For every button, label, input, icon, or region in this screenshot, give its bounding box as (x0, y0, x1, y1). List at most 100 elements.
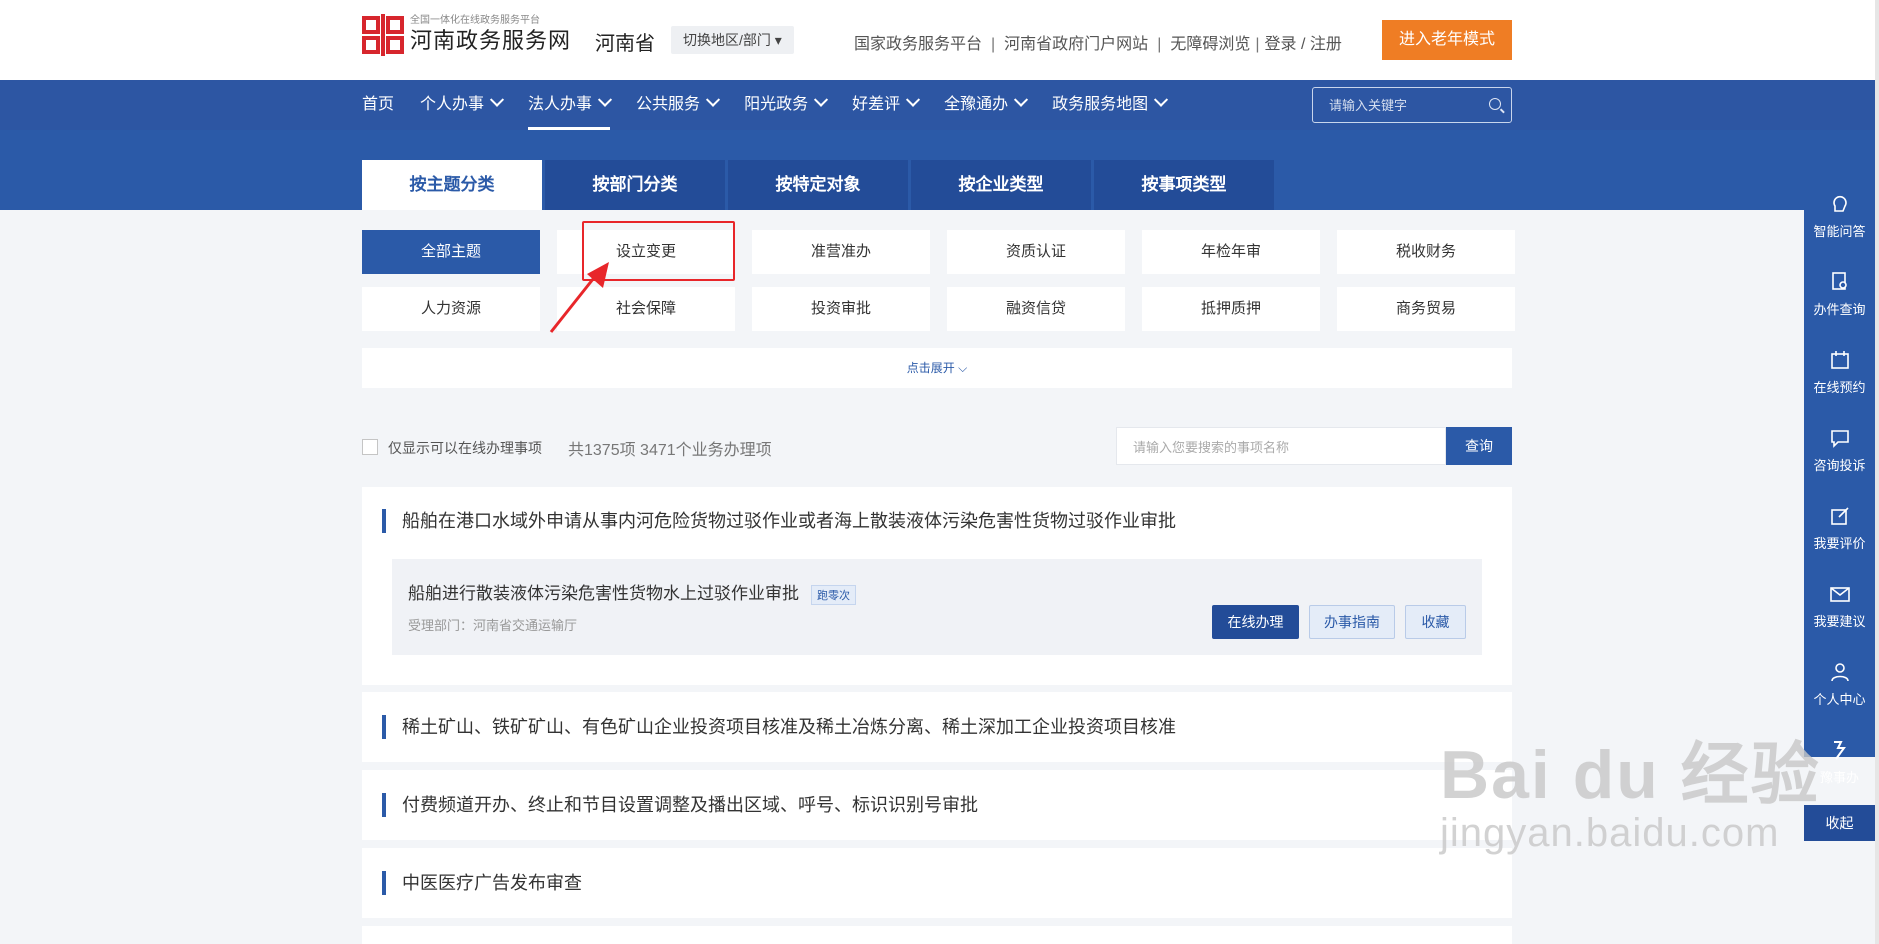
link-accessibility[interactable]: 无障碍浏览 (1170, 36, 1250, 53)
brain-icon (1832, 195, 1847, 212)
department-label: 受理部门：河南省交通运输厅 (408, 618, 578, 633)
top-links: 国家政务服务平台 | 河南省政府门户网站 | 无障碍浏览 | 登录 / 注册 (854, 36, 1342, 53)
sub-item-title-row: 船舶进行散装液体污染危害性货物水上过驳作业审批 跑零次 (408, 579, 856, 605)
document-search-icon (1831, 272, 1847, 290)
keyword-search-input[interactable] (1327, 97, 1491, 114)
theme-commerce-trade[interactable]: 商务贸易 (1337, 287, 1515, 331)
tab-by-theme[interactable]: 按主题分类 (362, 160, 542, 210)
chevron-down-icon (489, 92, 505, 107)
query-button[interactable]: 查询 (1446, 427, 1512, 465)
link-provincial-portal[interactable]: 河南省政府门户网站 (1004, 36, 1148, 53)
online-only-label[interactable]: 仅显示可以在线办理事项 (388, 438, 542, 458)
current-province: 河南省 (595, 33, 655, 55)
link-national-platform[interactable]: 国家政务服务平台 (854, 36, 982, 53)
chat-bubble-icon (1830, 430, 1849, 448)
nav-province-wide[interactable]: 全豫通办 (944, 80, 1029, 130)
logo-title: 河南政务服务网 (410, 28, 572, 53)
tab-by-item-type[interactable]: 按事项类型 (1094, 160, 1274, 210)
expand-toggle[interactable]: 点击展开 ⌵ (362, 348, 1512, 388)
nav-public-service[interactable]: 公共服务 (636, 80, 721, 130)
site-logo[interactable]: 全国一体化在线政务服务平台 河南政务服务网 (362, 14, 571, 56)
guide-button[interactable]: 办事指南 (1309, 605, 1395, 639)
theme-mortgage-pledge[interactable]: 抵押质押 (1142, 287, 1320, 331)
elder-mode-button[interactable]: 进入老年模式 (1382, 20, 1512, 60)
sidebar-item-personal-center[interactable]: 个人中心 (1804, 661, 1875, 727)
calendar-icon (1830, 351, 1849, 369)
sidebar-item-suggest[interactable]: 我要建议 (1804, 583, 1875, 649)
item-title[interactable]: 中医医疗广告发布审查 (382, 871, 582, 895)
sidebar-item-case-query[interactable]: 办件查询 (1804, 271, 1875, 337)
nav-label: 全豫通办 (944, 96, 1009, 113)
nav-label: 法人办事 (528, 96, 593, 113)
sub-item-card: 船舶进行散装液体污染危害性货物水上过驳作业审批 跑零次 受理部门：河南省交通运输厅… (392, 559, 1482, 655)
theme-grid: 全部主题 设立变更 准营准办 资质认证 年检年审 税收财务 人力资源 社会保障 … (362, 230, 1515, 331)
scrollbar[interactable] (1875, 0, 1879, 944)
sidebar-label: 豫事办 (1819, 770, 1859, 785)
result-totals: 共1375项 3471个业务办理项 (568, 442, 772, 459)
nav-label: 个人办事 (420, 96, 485, 113)
list-item: 付费频道开办、终止和节目设置调整及播出区域、呼号、标识识别号审批 (362, 770, 1512, 840)
sidebar-label: 我要建议 (1813, 614, 1866, 629)
theme-business-permit[interactable]: 准营准办 (752, 230, 930, 274)
online-handle-button[interactable]: 在线办理 (1212, 605, 1299, 639)
theme-investment-approval[interactable]: 投资审批 (752, 287, 930, 331)
nav-rating[interactable]: 好差评 (852, 80, 921, 130)
theme-financing-credit[interactable]: 融资信贷 (947, 287, 1125, 331)
favorite-button[interactable]: 收藏 (1405, 605, 1466, 639)
theme-tax-finance[interactable]: 税收财务 (1337, 230, 1515, 274)
search-icon[interactable] (1489, 98, 1501, 110)
category-tabs: 按主题分类 按部门分类 按特定对象 按企业类型 按事项类型 (362, 160, 1277, 210)
nav-label: 阳光政务 (744, 96, 809, 113)
filter-bar: 仅显示可以在线办理事项 共1375项 3471个业务办理项 查询 (362, 427, 1512, 467)
switch-region-label: 切换地区/部门 (683, 32, 771, 48)
link-login-register[interactable]: 登录 / 注册 (1265, 36, 1342, 53)
chevron-down-icon: ⌵ (954, 361, 968, 375)
item-search-input[interactable] (1131, 439, 1435, 456)
online-only-checkbox[interactable] (362, 439, 378, 455)
chevron-down-icon (906, 92, 921, 107)
list-item-partial (362, 926, 1512, 944)
sub-item-title[interactable]: 船舶进行散装液体污染危害性货物水上过驳作业审批 (408, 584, 799, 603)
chevron-down-icon (1154, 92, 1169, 107)
theme-annual-inspection[interactable]: 年检年审 (1142, 230, 1320, 274)
sidebar-label: 办件查询 (1813, 302, 1866, 317)
item-title[interactable]: 船舶在港口水域外申请从事内河危险货物过驳作业或者海上散装液体污染危害性货物过驳作… (382, 509, 1176, 533)
chevron-down-icon (814, 92, 829, 107)
nav-legal-person[interactable]: 法人办事 (528, 80, 613, 130)
watermark-sub: jingyan.baidu.com (1440, 811, 1780, 855)
list-item: 稀土矿山、铁矿矿山、有色矿山企业投资项目核准及稀土冶炼分离、稀土深加工企业投资项… (362, 692, 1512, 762)
item-search (1116, 427, 1446, 465)
chevron-down-icon (1014, 92, 1029, 107)
top-header: 全国一体化在线政务服务平台 河南政务服务网 河南省 切换地区/部门 ▾ 国家政务… (0, 0, 1879, 80)
caret-down-icon: ▾ (774, 32, 782, 48)
sidebar-item-consult-complain[interactable]: 咨询投诉 (1804, 427, 1875, 493)
theme-qualification[interactable]: 资质认证 (947, 230, 1125, 274)
tab-by-enterprise-type[interactable]: 按企业类型 (911, 160, 1091, 210)
chevron-down-icon (597, 92, 613, 107)
edit-icon (1830, 507, 1849, 525)
annotation-arrow-icon (549, 262, 609, 333)
watermark-main: Bai du 经验 (1440, 737, 1821, 813)
nav-open-government[interactable]: 阳光政务 (744, 80, 829, 130)
nav-home[interactable]: 首页 (362, 80, 394, 130)
tab-by-target[interactable]: 按特定对象 (728, 160, 908, 210)
nav-personal[interactable]: 个人办事 (420, 80, 505, 130)
list-item: 中医医疗广告发布审查 (362, 848, 1512, 918)
sidebar-label: 在线预约 (1813, 380, 1866, 395)
baidu-watermark: Bai du 经验 jingyan.baidu.com (1440, 740, 1821, 856)
yushiban-app-icon (1833, 741, 1846, 760)
chevron-down-icon (705, 92, 721, 107)
sidebar-item-evaluate[interactable]: 我要评价 (1804, 505, 1875, 571)
switch-region-button[interactable]: 切换地区/部门 ▾ (671, 26, 794, 54)
sidebar-item-appointment[interactable]: 在线预约 (1804, 349, 1875, 415)
theme-all[interactable]: 全部主题 (362, 230, 540, 274)
item-title[interactable]: 付费频道开办、终止和节目设置调整及播出区域、呼号、标识识别号审批 (382, 793, 978, 817)
sidebar-item-smart-qa[interactable]: 智能问答 (1804, 193, 1875, 259)
tab-by-department[interactable]: 按部门分类 (545, 160, 725, 210)
nav-service-map[interactable]: 政务服务地图 (1052, 80, 1169, 130)
item-title[interactable]: 稀土矿山、铁矿矿山、有色矿山企业投资项目核准及稀土冶炼分离、稀土深加工企业投资项… (382, 715, 1176, 739)
nav-label: 首页 (362, 96, 395, 113)
theme-human-resources[interactable]: 人力资源 (362, 287, 540, 331)
keyword-search (1312, 87, 1512, 123)
nav-label: 公共服务 (636, 96, 701, 113)
